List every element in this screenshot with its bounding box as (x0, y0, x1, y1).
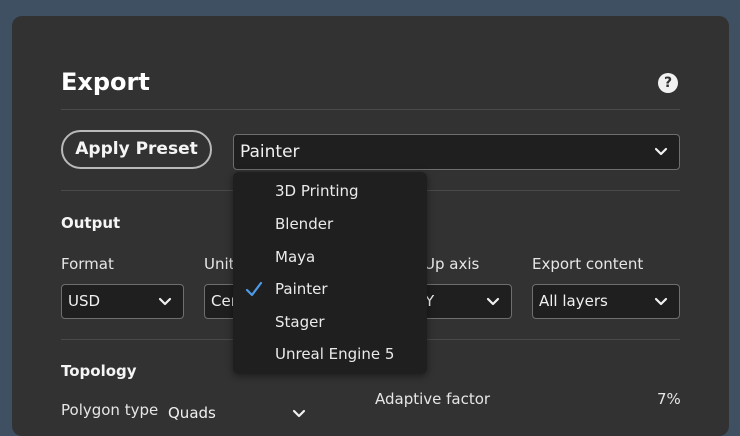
polygon-type-label: Polygon type (61, 401, 159, 419)
export-panel: Export ? Apply Preset Painter Output For… (12, 16, 729, 436)
help-icon[interactable]: ? (658, 73, 678, 93)
format-label: Format (61, 255, 114, 273)
preset-select-value: Painter (240, 142, 300, 162)
adaptive-factor-label: Adaptive factor (375, 390, 491, 408)
chevron-down-icon (486, 297, 500, 305)
preset-dropdown-menu: 3D Printing Blender Maya Painter Stager … (233, 172, 427, 374)
format-select-value: USD (68, 292, 101, 310)
menu-item-blender[interactable]: Blender (275, 215, 333, 233)
topology-heading: Topology (61, 362, 137, 380)
menu-item-3d-printing[interactable]: 3D Printing (275, 182, 359, 200)
export-content-select-value: All layers (539, 292, 608, 310)
output-heading: Output (61, 214, 121, 232)
menu-item-unreal-engine-5[interactable]: Unreal Engine 5 (275, 345, 394, 363)
export-content-select[interactable]: All layers (532, 284, 680, 319)
format-select[interactable]: USD (61, 284, 184, 319)
apply-preset-button[interactable]: Apply Preset (61, 130, 212, 169)
menu-item-painter[interactable]: Painter (275, 280, 328, 298)
polygon-type-select-value: Quads (168, 404, 216, 422)
adaptive-factor-value: 7% (657, 390, 681, 408)
units-label: Unit (204, 255, 235, 273)
chevron-down-icon (292, 409, 306, 418)
export-content-label: Export content (532, 255, 644, 273)
chevron-down-icon (654, 147, 668, 156)
menu-item-stager[interactable]: Stager (275, 313, 325, 331)
preset-select[interactable]: Painter (233, 134, 680, 170)
chevron-down-icon (158, 297, 172, 305)
divider (61, 109, 680, 110)
chevron-down-icon (654, 297, 668, 305)
dialog-title: Export (61, 68, 150, 96)
checkmark-icon (245, 281, 263, 297)
polygon-type-select[interactable]: Quads (162, 397, 317, 431)
menu-item-maya[interactable]: Maya (275, 248, 315, 266)
up-axis-label: Up axis (424, 255, 480, 273)
